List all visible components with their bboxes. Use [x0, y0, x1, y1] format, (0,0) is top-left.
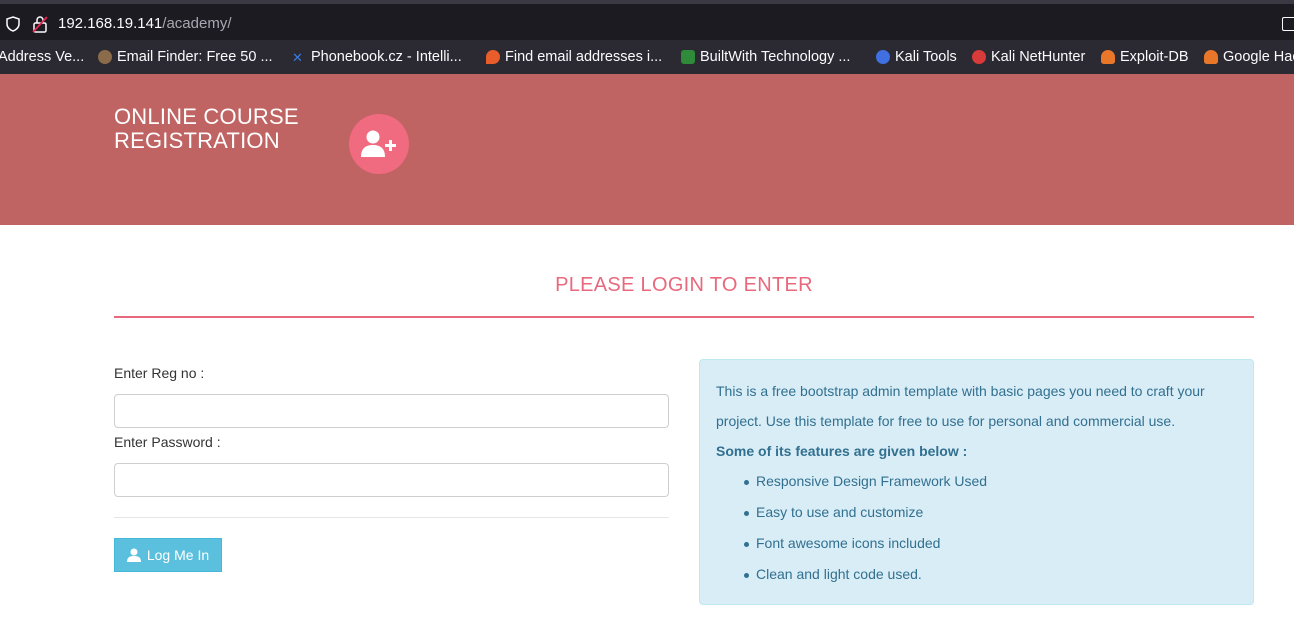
tracking-protection-shield-icon[interactable]	[6, 16, 20, 32]
bookmark-label: Email Finder: Free 50 ...	[117, 49, 273, 65]
list-item: Clean and light code used.	[743, 559, 987, 590]
info-panel: This is a free bootstrap admin template …	[699, 359, 1254, 605]
list-item: Responsive Design Framework Used	[743, 466, 987, 497]
site-brand[interactable]: ONLINE COURSE REGISTRATION	[114, 105, 299, 153]
user-icon	[126, 548, 141, 562]
login-button[interactable]: Log Me In	[114, 538, 222, 572]
features-heading: Some of its features are given below :	[716, 443, 968, 459]
bookmark-label: Exploit-DB	[1120, 49, 1189, 65]
bookmark-kali-tools[interactable]: Kali Tools	[876, 48, 957, 66]
bookmark-favicon-icon	[972, 50, 986, 64]
reg-no-label: Enter Reg no :	[114, 365, 205, 381]
bookmark-kali-nethunter[interactable]: Kali NetHunter	[972, 48, 1085, 66]
url-text[interactable]: 192.168.19.141/academy/	[58, 15, 231, 32]
bookmark-builtwith[interactable]: BuiltWith Technology ...	[681, 48, 850, 66]
list-item: Font awesome icons included	[743, 528, 987, 559]
features-list: Responsive Design Framework Used Easy to…	[743, 466, 987, 590]
bookmark-favicon-icon: ✕	[292, 50, 303, 65]
bookmark-label: Kali Tools	[895, 49, 957, 65]
browser-url-bar[interactable]: 192.168.19.141/academy/	[0, 0, 1294, 40]
list-item: Easy to use and customize	[743, 497, 987, 528]
reader-view-icon[interactable]	[1282, 17, 1294, 31]
bookmarks-toolbar: Address Ve... Email Finder: Free 50 ... …	[0, 40, 1294, 74]
bookmark-label: Phonebook.cz - Intelli...	[311, 49, 462, 65]
bookmark-exploit-db[interactable]: Exploit-DB	[1101, 48, 1189, 66]
site-header: ONLINE COURSE REGISTRATION	[0, 74, 1294, 225]
brand-line-2: REGISTRATION	[114, 128, 280, 153]
form-divider	[114, 517, 669, 518]
bookmark-favicon-icon	[681, 50, 695, 64]
bookmark-favicon-icon	[1101, 50, 1115, 64]
bookmark-label: Address Ve...	[0, 49, 85, 65]
url-host: 192.168.19.141	[58, 15, 163, 32]
login-button-label: Log Me In	[146, 547, 210, 563]
brand-line-1: ONLINE COURSE	[114, 104, 299, 129]
user-plus-icon	[349, 114, 409, 174]
bookmark-google-hacking[interactable]: Google Hac	[1204, 48, 1294, 66]
bookmark-label: Kali NetHunter	[991, 49, 1086, 65]
reg-no-input[interactable]	[114, 394, 669, 428]
bookmark-phonebook[interactable]: ✕ Phonebook.cz - Intelli...	[292, 48, 462, 66]
bookmark-favicon-icon	[1204, 50, 1218, 64]
insecure-lock-icon[interactable]	[32, 15, 48, 33]
info-intro: This is a free bootstrap admin template …	[716, 383, 1205, 429]
bookmark-address-verifier[interactable]: Address Ve...	[0, 48, 84, 66]
bookmark-label: Google Hac	[1223, 49, 1294, 65]
page-title: PLEASE LOGIN TO ENTER	[555, 274, 813, 296]
url-path: /academy/	[162, 15, 232, 32]
password-label: Enter Password :	[114, 434, 221, 450]
bookmark-email-finder[interactable]: Email Finder: Free 50 ...	[98, 48, 273, 66]
bookmark-label: Find email addresses i...	[505, 49, 663, 65]
password-input[interactable]	[114, 463, 669, 497]
bookmark-find-email[interactable]: Find email addresses i...	[486, 48, 662, 66]
bookmark-label: BuiltWith Technology ...	[700, 49, 851, 65]
bookmark-favicon-icon	[98, 50, 112, 64]
bookmark-favicon-icon	[486, 50, 500, 64]
title-divider	[114, 316, 1254, 318]
bookmark-favicon-icon	[876, 50, 890, 64]
